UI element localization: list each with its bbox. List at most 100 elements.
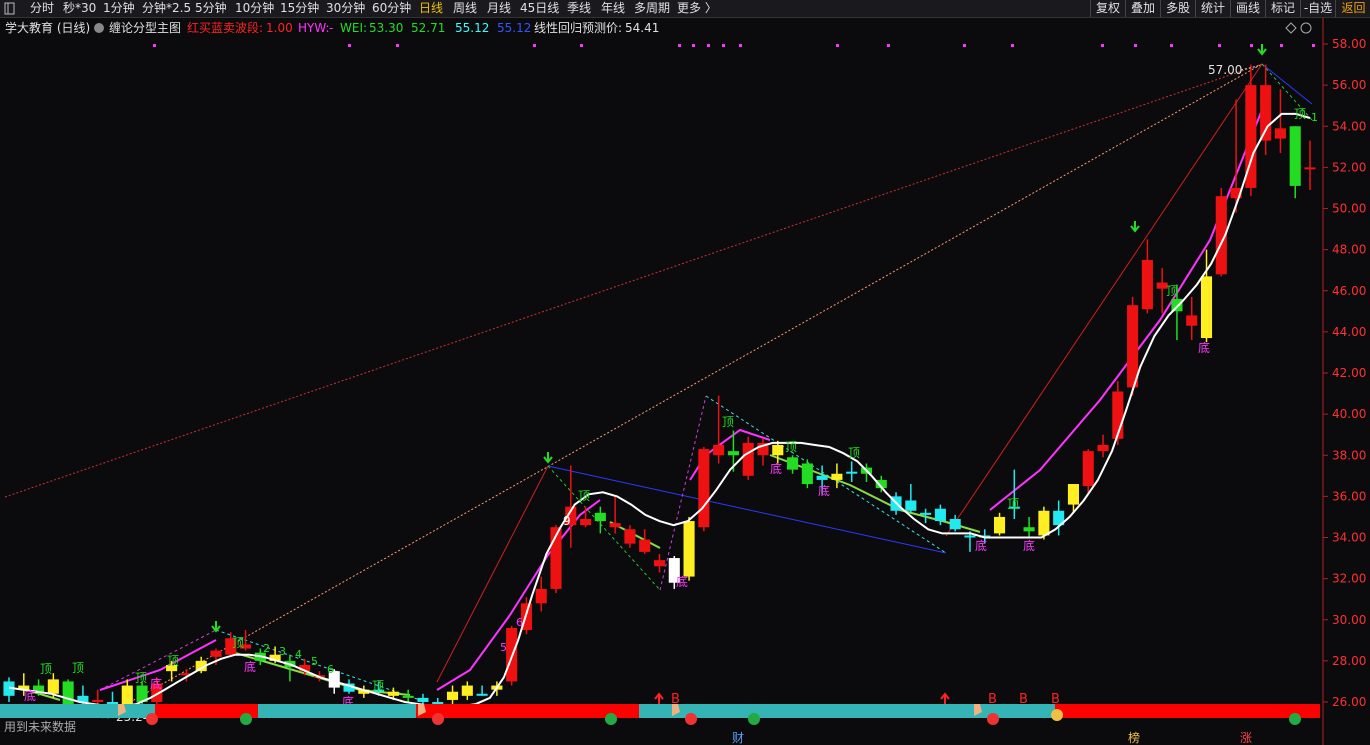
back-button[interactable]: 返回 xyxy=(1335,0,1370,17)
candle-body xyxy=(417,697,429,702)
ginseng-badge-icon xyxy=(146,713,158,725)
overlay-button[interactable]: 叠加 xyxy=(1125,0,1160,17)
period-tab-daily[interactable]: 日线 xyxy=(419,0,443,17)
candle-body xyxy=(713,444,725,456)
ginseng-badge-icon xyxy=(987,713,999,725)
restore-rights-button[interactable]: 复权 xyxy=(1090,0,1125,17)
candle-body xyxy=(905,500,917,511)
formula-gear-icon[interactable] xyxy=(94,23,104,33)
candle-body xyxy=(210,650,222,657)
high-price-label: 57.00 xyxy=(1208,63,1242,77)
candle-body xyxy=(387,691,399,696)
period-tab-15min[interactable]: 15分钟 xyxy=(280,0,319,17)
multi-stock-button[interactable]: 多股 xyxy=(1160,0,1195,17)
period-tab-45day[interactable]: 45日线 xyxy=(520,0,559,17)
period-tab-weekly[interactable]: 周线 xyxy=(453,0,477,17)
candle-body xyxy=(801,463,813,485)
trend-signal-bar xyxy=(0,704,1320,718)
finance-marker[interactable]: 财 xyxy=(732,731,744,745)
price-tick-label: 28.00 xyxy=(1332,654,1366,668)
price-tick-label: 26.00 xyxy=(1332,695,1366,709)
bottom-mark: 底 xyxy=(150,676,162,691)
indicator1-value: 1.00 xyxy=(266,21,293,35)
period-tab-quarterly[interactable]: 季线 xyxy=(567,0,591,17)
mark-button[interactable]: 标记 xyxy=(1265,0,1300,17)
gold-badge-icon xyxy=(605,713,617,725)
period-tab-monthly[interactable]: 月线 xyxy=(487,0,511,17)
price-tick-label: 32.00 xyxy=(1332,572,1366,586)
candle-body xyxy=(653,560,666,567)
top-mark: 顶 xyxy=(1007,497,1019,511)
stock-name[interactable]: 学大教育 (日线) xyxy=(5,20,90,35)
top-mark: 顶 xyxy=(785,440,797,454)
period-tab-2-5min[interactable]: 分钟*2.5 xyxy=(142,0,191,17)
wei-value-4: 55.12 xyxy=(497,21,531,35)
period-tab-5min[interactable]: 5分钟 xyxy=(195,0,227,17)
statistics-button[interactable]: 统计 xyxy=(1195,0,1230,17)
period-tab-60min[interactable]: 60分钟 xyxy=(372,0,411,17)
limit-up-marker[interactable]: 涨 xyxy=(1240,730,1252,745)
period-tab-30min[interactable]: 30分钟 xyxy=(326,0,365,17)
period-tab-more[interactable]: 更多 〉 xyxy=(677,0,717,17)
top-mark: 顶 xyxy=(40,662,52,676)
future-data-label: 用到未来数据 xyxy=(4,719,76,734)
candle-body xyxy=(432,702,444,705)
count-label: 1 xyxy=(1311,111,1318,124)
period-tab-10min[interactable]: 10分钟 xyxy=(235,0,274,17)
candle-body xyxy=(698,449,710,528)
price-tick-label: 58.00 xyxy=(1332,37,1366,51)
remove-favorite-button[interactable]: -自选 xyxy=(1300,0,1335,17)
period-tab-yearly[interactable]: 年线 xyxy=(601,0,625,17)
period-tab-sec30[interactable]: 秒*30 xyxy=(63,0,96,17)
wei-value-1: 53.30 xyxy=(369,21,403,35)
candle-body xyxy=(1097,444,1109,452)
bottom-mark: 底 xyxy=(1023,538,1035,553)
count-label: 2 xyxy=(263,642,270,655)
period-tab-1min[interactable]: 1分钟 xyxy=(103,0,135,17)
candle-body xyxy=(920,512,932,515)
top-mark: 顶 xyxy=(1294,107,1306,121)
period-toolbar: 分时 秒*30 1分钟 分钟*2.5 5分钟 10分钟 15分钟 30分钟 60… xyxy=(0,0,1370,18)
price-tick-label: 48.00 xyxy=(1332,243,1366,257)
count-label: 5 xyxy=(311,655,318,668)
count-label: 6 xyxy=(516,616,523,629)
candle-body xyxy=(609,523,621,528)
price-tick-label: 40.00 xyxy=(1332,407,1366,421)
bottom-mark: 底 xyxy=(24,688,36,703)
candle-body xyxy=(742,442,754,476)
candle-body xyxy=(787,457,799,470)
candle-body xyxy=(580,518,592,526)
count-label: 6 xyxy=(327,663,334,676)
price-tick-label: 56.00 xyxy=(1332,78,1366,92)
price-tick-label: 52.00 xyxy=(1332,160,1366,174)
candle-body xyxy=(535,588,547,604)
price-tick-label: 30.00 xyxy=(1332,613,1366,627)
candle-body xyxy=(1023,527,1035,532)
candle-body xyxy=(1038,510,1050,536)
gold-badge-icon xyxy=(1289,713,1301,725)
draw-line-button[interactable]: 画线 xyxy=(1230,0,1265,17)
ginseng-badge-icon xyxy=(685,713,697,725)
candle-body xyxy=(964,535,976,538)
candle-body xyxy=(1274,128,1286,139)
top-mark: 顶 xyxy=(848,446,860,460)
price-tick-label: 46.00 xyxy=(1332,284,1366,298)
count-label: 9 xyxy=(563,514,571,528)
top-mark: 顶 xyxy=(372,679,384,693)
candle-body xyxy=(1082,451,1094,487)
top-mark: 顶 xyxy=(72,661,84,675)
price-tick-label: 50.00 xyxy=(1332,202,1366,216)
price-tick-label: 54.00 xyxy=(1332,119,1366,133)
candle-body xyxy=(831,473,843,480)
period-tab-multi[interactable]: 多周期 xyxy=(634,0,670,17)
candle-body xyxy=(476,693,488,696)
period-tab-fenshi[interactable]: 分时 xyxy=(30,0,54,17)
bottom-mark: 底 xyxy=(975,538,987,553)
bottom-mark: 底 xyxy=(770,461,782,476)
kline-chart[interactable]: 学大教育 (日线) 缠论分型主图 红买蓝卖波段: 1.00 HYW: - WEI… xyxy=(0,18,1370,745)
ranking-marker[interactable]: 榜 xyxy=(1128,730,1140,745)
chart-title[interactable]: 缠论分型主图 xyxy=(109,20,181,35)
panel-toggle-icon[interactable] xyxy=(4,0,16,17)
candle-body xyxy=(1200,276,1213,339)
hyw-value: - xyxy=(329,21,333,35)
